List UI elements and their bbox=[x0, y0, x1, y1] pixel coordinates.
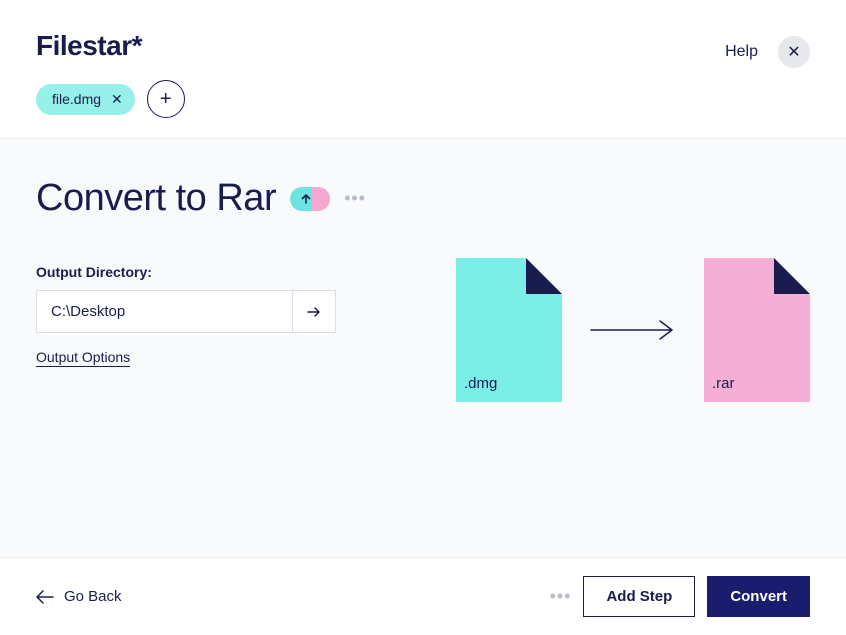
footer-more-icon[interactable]: ••• bbox=[550, 586, 572, 607]
file-chip-label: file.dmg bbox=[52, 91, 101, 107]
footer-actions: ••• Add Step Convert bbox=[550, 576, 810, 617]
add-file-button[interactable]: + bbox=[147, 80, 185, 118]
header: Filestar* file.dmg ✕ + Help ✕ bbox=[0, 0, 846, 118]
output-settings: Output Directory: Output Options bbox=[36, 264, 336, 402]
help-link[interactable]: Help bbox=[725, 43, 758, 61]
output-options-link[interactable]: Output Options bbox=[36, 349, 130, 367]
app-logo: Filestar* bbox=[36, 30, 185, 62]
output-directory-label: Output Directory: bbox=[36, 264, 336, 280]
title-row: Convert to Rar ••• bbox=[36, 177, 810, 220]
source-file-tile: .dmg bbox=[456, 258, 562, 402]
output-directory-input[interactable] bbox=[36, 290, 292, 333]
main-panel: Convert to Rar ••• Output Directory: Out… bbox=[0, 138, 846, 558]
go-back-button[interactable]: Go Back bbox=[36, 588, 122, 605]
target-ext-label: .rar bbox=[712, 375, 735, 392]
arrow-right-icon bbox=[590, 318, 676, 342]
file-fold-icon bbox=[774, 258, 810, 294]
cloud-upload-icon[interactable] bbox=[290, 187, 330, 211]
header-right: Help ✕ bbox=[725, 30, 810, 68]
page-title: Convert to Rar bbox=[36, 177, 276, 220]
close-button[interactable]: ✕ bbox=[778, 36, 810, 68]
arrow-right-icon bbox=[305, 303, 323, 321]
conversion-diagram: .dmg .rar bbox=[456, 258, 810, 402]
file-fold-icon bbox=[526, 258, 562, 294]
arrow-left-icon bbox=[36, 590, 54, 604]
close-icon: ✕ bbox=[787, 42, 800, 62]
plus-icon: + bbox=[160, 88, 172, 111]
browse-button[interactable] bbox=[292, 290, 336, 333]
file-chip[interactable]: file.dmg ✕ bbox=[36, 84, 135, 115]
go-back-label: Go Back bbox=[64, 588, 122, 605]
more-options-icon[interactable]: ••• bbox=[344, 188, 366, 209]
header-left: Filestar* file.dmg ✕ + bbox=[36, 30, 185, 118]
add-step-button[interactable]: Add Step bbox=[583, 576, 695, 617]
footer: Go Back ••• Add Step Convert bbox=[0, 558, 846, 635]
content-row: Output Directory: Output Options .dmg .r… bbox=[36, 264, 810, 402]
target-file-tile: .rar bbox=[704, 258, 810, 402]
source-ext-label: .dmg bbox=[464, 375, 497, 392]
convert-button[interactable]: Convert bbox=[707, 576, 810, 617]
output-directory-row bbox=[36, 290, 336, 333]
file-chip-row: file.dmg ✕ + bbox=[36, 80, 185, 118]
remove-file-icon[interactable]: ✕ bbox=[111, 91, 123, 108]
